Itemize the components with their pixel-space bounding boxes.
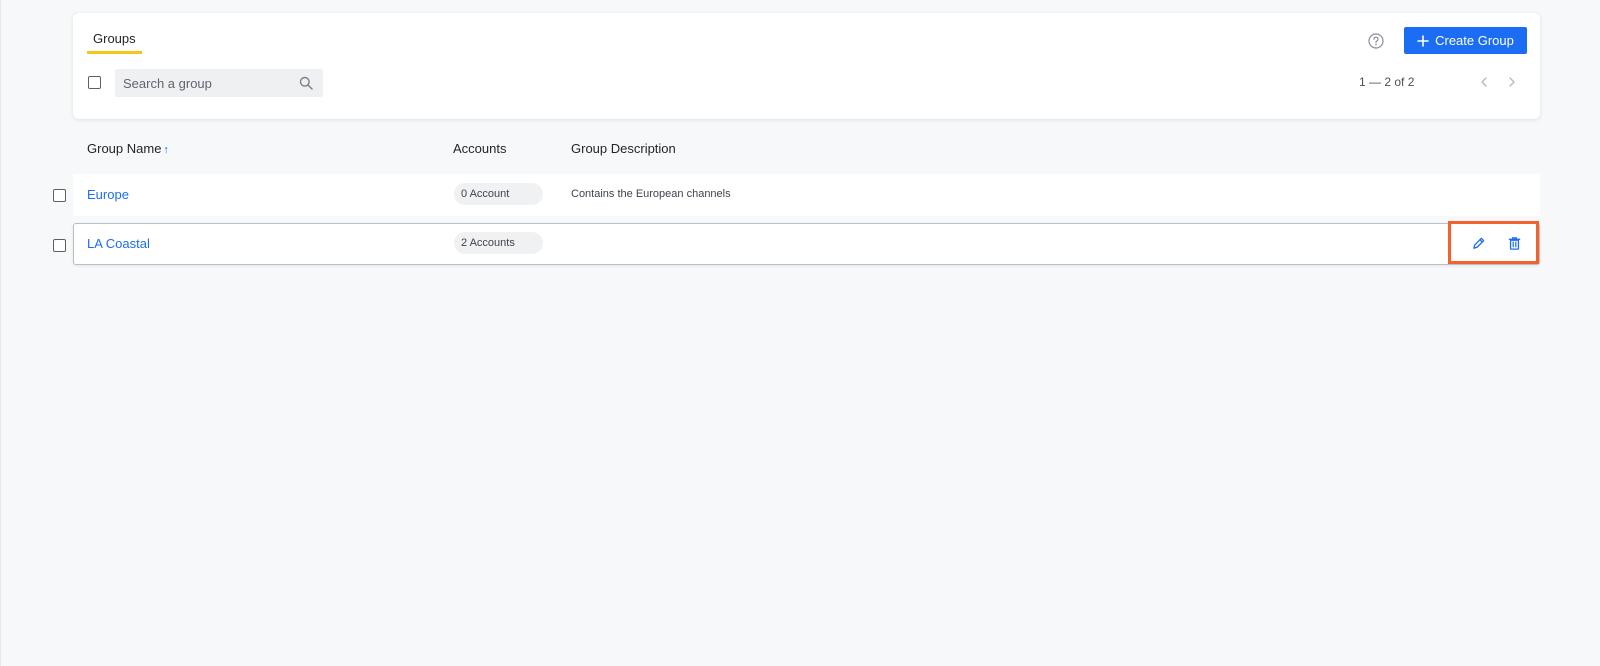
search-box xyxy=(115,69,323,97)
row-checkbox-europe[interactable] xyxy=(53,189,66,202)
chevron-left-icon[interactable] xyxy=(1477,75,1491,89)
page-left-border xyxy=(0,0,1,666)
group-description: Contains the European channels xyxy=(571,188,731,200)
groups-header-card: Groups Create Group 1 — 2 of 2 xyxy=(73,13,1540,119)
column-header-accounts: Accounts xyxy=(453,141,507,156)
search-input[interactable] xyxy=(115,69,291,97)
column-header-group-name[interactable]: Group Name ↑ xyxy=(87,141,169,156)
create-group-label: Create Group xyxy=(1435,33,1514,48)
pencil-icon[interactable] xyxy=(1471,236,1486,251)
pagination-text: 1 — 2 of 2 xyxy=(1359,75,1415,89)
trash-icon[interactable] xyxy=(1507,236,1522,251)
tab-groups[interactable]: Groups xyxy=(87,31,142,54)
column-header-group-name-label: Group Name xyxy=(87,141,162,156)
accounts-count-badge: 0 Account xyxy=(454,183,543,205)
chevron-right-icon[interactable] xyxy=(1505,75,1519,89)
select-all-checkbox[interactable] xyxy=(88,76,101,89)
plus-icon xyxy=(1417,34,1429,47)
group-name-link[interactable]: Europe xyxy=(87,187,129,202)
search-icon[interactable] xyxy=(299,76,313,90)
row-checkbox-la-coastal[interactable] xyxy=(53,239,66,252)
accounts-count-badge: 2 Accounts xyxy=(454,232,543,254)
group-name-link[interactable]: LA Coastal xyxy=(87,236,150,251)
column-header-description: Group Description xyxy=(571,141,676,156)
help-icon[interactable] xyxy=(1368,33,1384,49)
row-actions-highlight xyxy=(1448,221,1539,264)
table-row[interactable]: LA Coastal 2 Accounts xyxy=(73,221,1540,265)
create-group-button[interactable]: Create Group xyxy=(1404,27,1527,54)
table-row[interactable]: Europe 0 Account Contains the European c… xyxy=(73,174,1540,216)
sort-ascending-icon: ↑ xyxy=(163,144,169,156)
